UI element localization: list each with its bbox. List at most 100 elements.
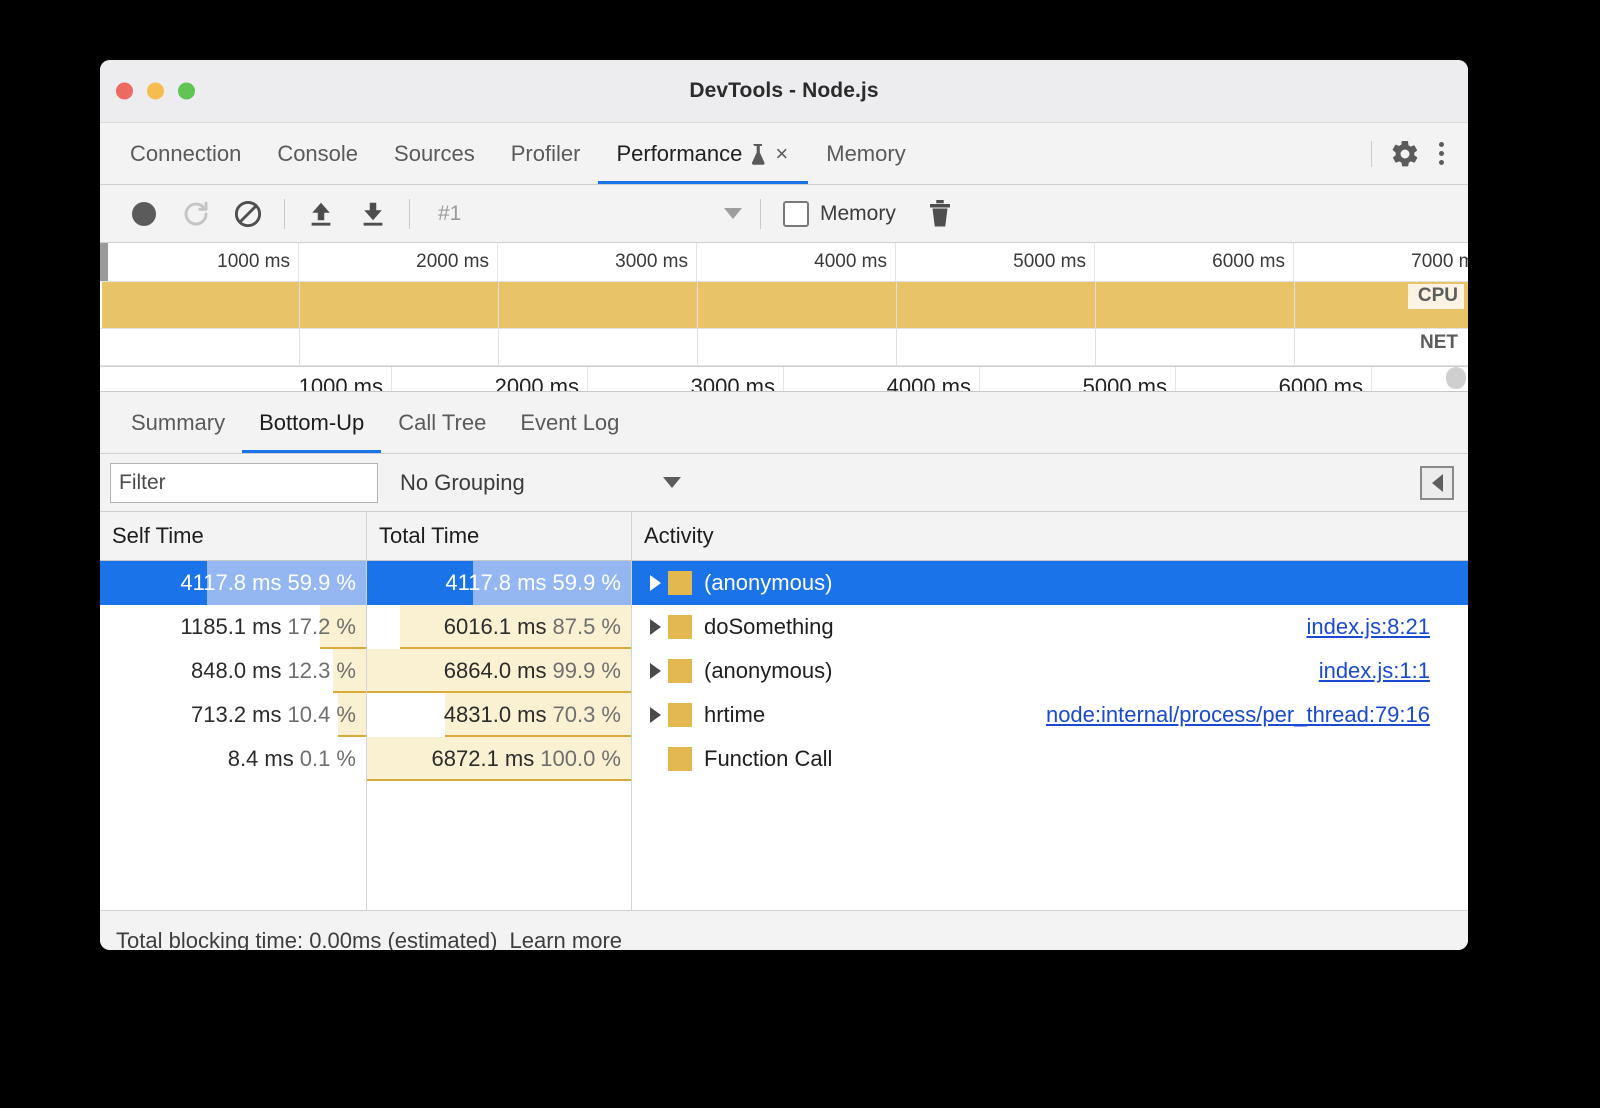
performance-toolbar: #1 Memory [100,185,1468,243]
kebab-dot [1439,142,1444,147]
tab-bottom-up[interactable]: Bottom-Up [242,392,381,453]
column-header-activity[interactable]: Activity [632,512,1468,560]
detail-tabbar: Summary Bottom-Up Call Tree Event Log [100,392,1468,454]
tab-connection-label: Connection [130,141,241,167]
chevron-down-icon [724,208,742,219]
tab-call-tree-label: Call Tree [398,410,486,436]
activity-color-swatch [668,571,692,595]
activity-color-swatch [668,615,692,639]
filter-input[interactable] [110,463,378,503]
expand-triangle-icon[interactable] [642,707,668,723]
self-time-ms: 4117.8 ms [180,570,281,595]
cell-total-time: 4117.8 ms 59.9 % [367,561,632,605]
tab-memory[interactable]: Memory [808,123,923,184]
reload-icon[interactable] [170,188,222,240]
table-row[interactable]: 1185.1 ms17.2 % 6016.1 ms87.5 % d [100,605,1468,649]
expand-triangle-icon[interactable] [642,575,668,591]
cell-total-time: 4831.0 ms70.3 % [367,693,632,737]
tab-memory-label: Memory [826,141,905,167]
cell-self-time: 713.2 ms10.4 % [100,693,367,737]
overview-ruler-bottom: 1000 ms 2000 ms 3000 ms 4000 ms 5000 ms … [100,366,1468,392]
tab-performance[interactable]: Performance × [598,123,808,184]
kebab-dot [1439,151,1444,156]
tab-profiler[interactable]: Profiler [493,123,599,184]
total-time-ms: 6864.0 ms [444,658,547,683]
toolbar-divider [284,199,285,229]
empty-cell-activity [632,781,1468,910]
main-tabbar: Connection Console Sources Profiler Perf… [100,123,1468,185]
activity-color-swatch [668,703,692,727]
total-time-ms: 4117.8 ms [445,570,546,595]
tab-profiler-label: Profiler [511,141,581,167]
tabbar-actions [1361,123,1468,184]
tab-sources[interactable]: Sources [376,123,493,184]
self-time-ms: 713.2 ms [191,702,282,727]
overview-left-resize-handle[interactable] [100,243,108,281]
learn-more-link[interactable]: Learn more [510,928,623,951]
tabbar-divider [1371,141,1372,167]
self-time-pct: 17.2 % [288,614,357,639]
record-circle-icon[interactable] [118,188,170,240]
tab-summary-label: Summary [131,410,225,436]
close-window-button[interactable] [116,83,133,100]
column-header-self-time[interactable]: Self Time [100,512,367,560]
source-link[interactable]: index.js:1:1 [1319,658,1430,684]
table-row[interactable]: 4117.8 ms59.9 % 4117.8 ms59.9 % ( [100,561,1468,605]
cell-activity: hrtime node:internal/process/per_thread:… [632,693,1468,737]
grouping-selector[interactable]: No Grouping [400,470,681,496]
overview-scroll-thumb[interactable] [1446,367,1466,389]
no-entry-clear-icon[interactable] [222,188,274,240]
ruler-tick: 1000 ms [217,251,290,273]
maximize-window-button[interactable] [178,83,195,100]
download-profile-icon[interactable] [347,188,399,240]
close-performance-tab-button[interactable]: × [773,143,790,165]
expand-triangle-icon[interactable] [642,619,668,635]
activity-name: doSomething [704,614,834,640]
session-selector[interactable]: #1 [420,202,750,226]
collapse-sidebar-arrow [1432,474,1443,492]
total-time-pct: 59.9 % [553,570,622,595]
table-row[interactable]: 848.0 ms12.3 % 6864.0 ms99.9 % (a [100,649,1468,693]
window-title: DevTools - Node.js [100,79,1468,103]
minimize-window-button[interactable] [147,83,164,100]
total-time-ms: 4831.0 ms [444,702,547,727]
kebab-menu-icon[interactable] [1428,137,1454,171]
memory-checkbox[interactable]: Memory [783,201,896,227]
tab-summary[interactable]: Summary [114,392,242,453]
tab-console[interactable]: Console [259,123,376,184]
tab-connection[interactable]: Connection [112,123,259,184]
activity-name: (anonymous) [704,570,832,596]
table-row[interactable]: 8.4 ms0.1 % 6872.1 ms100.0 % Func [100,737,1468,781]
cell-self-time: 8.4 ms0.1 % [100,737,367,781]
overview-lane-net: NET [100,329,1468,366]
self-time-ms: 8.4 ms [228,746,294,771]
table-row[interactable]: 713.2 ms10.4 % 4831.0 ms70.3 % hr [100,693,1468,737]
grouping-selector-value: No Grouping [400,470,525,496]
net-lane-label: NET [1410,331,1464,356]
collapse-sidebar-icon[interactable] [1420,466,1454,500]
tab-call-tree[interactable]: Call Tree [381,392,503,453]
total-time-ms: 6016.1 ms [444,614,547,639]
expand-triangle-icon[interactable] [642,663,668,679]
self-time-pct: 10.4 % [288,702,357,727]
source-link[interactable]: node:internal/process/per_thread:79:16 [1046,702,1430,728]
trash-icon[interactable] [918,192,962,236]
empty-cell-total [367,781,632,910]
tab-performance-label: Performance [616,141,742,167]
upload-profile-icon[interactable] [295,188,347,240]
cell-activity: (anonymous) index.js:1:1 [632,649,1468,693]
gear-icon[interactable] [1388,137,1422,171]
timeline-overview[interactable]: 1000 ms 2000 ms 3000 ms 4000 ms 5000 ms … [100,243,1468,392]
tab-sources-label: Sources [394,141,475,167]
tab-event-log[interactable]: Event Log [503,392,636,453]
source-link[interactable]: index.js:8:21 [1306,614,1430,640]
column-header-total-time[interactable]: Total Time [367,512,632,560]
total-blocking-time-text: Total blocking time: 0.00ms (estimated) [116,928,498,951]
ruler-tick: 5000 ms [1013,251,1086,273]
ruler-tick: 3000 ms [615,251,688,273]
overview-ruler-top: 1000 ms 2000 ms 3000 ms 4000 ms 5000 ms … [100,243,1468,282]
activity-name: Function Call [704,746,832,772]
cell-activity: doSomething index.js:8:21 [632,605,1468,649]
bottom-up-table: Self Time Total Time Activity 4117.8 ms 5… [100,512,1468,910]
table-header-row: Self Time Total Time Activity [100,512,1468,561]
